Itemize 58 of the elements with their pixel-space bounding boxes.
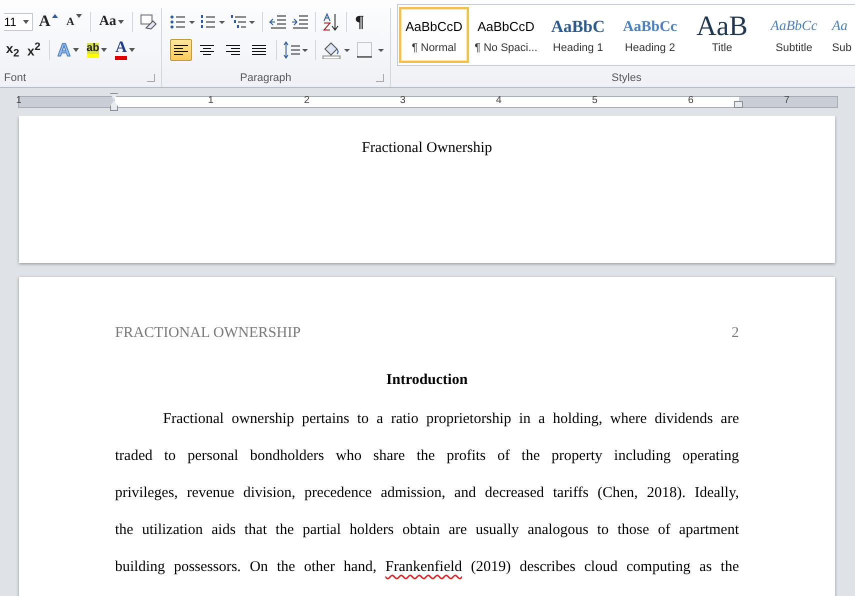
subscript-button[interactable]: x$_{2}$ <box>4 39 22 61</box>
sort-icon[interactable] <box>322 13 340 31</box>
style-item[interactable]: AaBbCc Heading 2 <box>615 7 685 63</box>
font-color-button[interactable]: A <box>113 39 137 61</box>
caret-icon <box>52 14 58 18</box>
style-item[interactable]: AaBbCcD ¶ No Spaci... <box>471 7 541 63</box>
show-formatting-button[interactable]: ¶ <box>353 11 366 33</box>
caret-icon <box>128 48 135 52</box>
ruler-number: 7 <box>784 95 790 106</box>
ruler-number: 1 <box>208 95 214 106</box>
header-title: Fractional Ownership <box>362 140 492 158</box>
caret-icon <box>76 14 82 18</box>
change-case-button[interactable]: Aa <box>97 11 126 33</box>
alignment-lines-icon <box>174 44 188 56</box>
style-item[interactable]: AaBbCc Subtitle <box>759 7 829 63</box>
alignment-lines-icon <box>252 44 266 56</box>
paragraph-line: traded to personal bondholders who share the profits of the property including operating <box>115 447 739 466</box>
ruler-number: 5 <box>592 95 598 106</box>
eraser-icon[interactable] <box>139 13 158 31</box>
group-label: Styles <box>612 72 642 84</box>
caret-icon <box>22 20 29 24</box>
style-item[interactable]: AaBbC Heading 1 <box>543 7 613 63</box>
group-label: Paragraph <box>240 72 292 84</box>
superscript-button[interactable]: x$^{2}$ <box>25 39 43 61</box>
page-number: 2 <box>732 325 739 342</box>
right-indent-marker[interactable] <box>734 101 743 108</box>
numbering-icon[interactable] <box>200 14 226 30</box>
ruler-number: 3 <box>400 95 406 106</box>
alignment-lines-icon <box>226 44 240 56</box>
ruler-number: 6 <box>688 95 694 106</box>
style-item[interactable]: AaBbCcD ¶ Normal <box>399 7 469 63</box>
paint-bucket-icon[interactable] <box>322 41 352 59</box>
shrink-font-button[interactable]: A <box>64 11 84 33</box>
ruler-number: 2 <box>304 95 310 106</box>
group-label: Font <box>4 72 26 84</box>
running-head: FRACTIONAL OWNERSHIP <box>115 325 301 342</box>
borders-icon[interactable] <box>356 41 386 59</box>
paragraph-line: Fractional ownership pertains to a ratio proprietorship in a holding, where dividends are <box>162 410 739 429</box>
bullets-icon[interactable] <box>170 14 196 30</box>
paragraph-line: the utilization aids that the partial holders obtain are usually analogous to those of apartment <box>115 521 739 540</box>
section-heading: Introduction <box>385 372 469 389</box>
alignment-lines-icon <box>200 44 214 56</box>
line-spacing-icon[interactable] <box>283 41 309 59</box>
multilevel-list-icon[interactable] <box>230 14 256 30</box>
ruler-number: 4 <box>496 95 502 106</box>
style-item[interactable]: Aa Sub <box>831 7 855 63</box>
align-button[interactable] <box>170 39 192 61</box>
ruler-number: 1 <box>16 95 22 106</box>
paragraph-line: building possessors. On the other hand, Frankenfield (2019) describes cloud computing as the <box>115 558 739 577</box>
font-size-dropdown[interactable]: 11 <box>4 13 33 31</box>
caret-icon <box>118 20 124 24</box>
paragraph-line: privileges, revenue division, precedence admission, and decreased tariffs (Chen, 2018). Ideally, <box>115 484 739 503</box>
grow-font-button[interactable]: A <box>36 11 60 33</box>
decrease-indent-icon[interactable] <box>269 14 287 30</box>
increase-indent-icon[interactable] <box>291 14 309 30</box>
style-item[interactable]: AaB Title <box>687 7 757 63</box>
caret-icon <box>72 48 79 52</box>
caret-icon <box>101 48 108 52</box>
